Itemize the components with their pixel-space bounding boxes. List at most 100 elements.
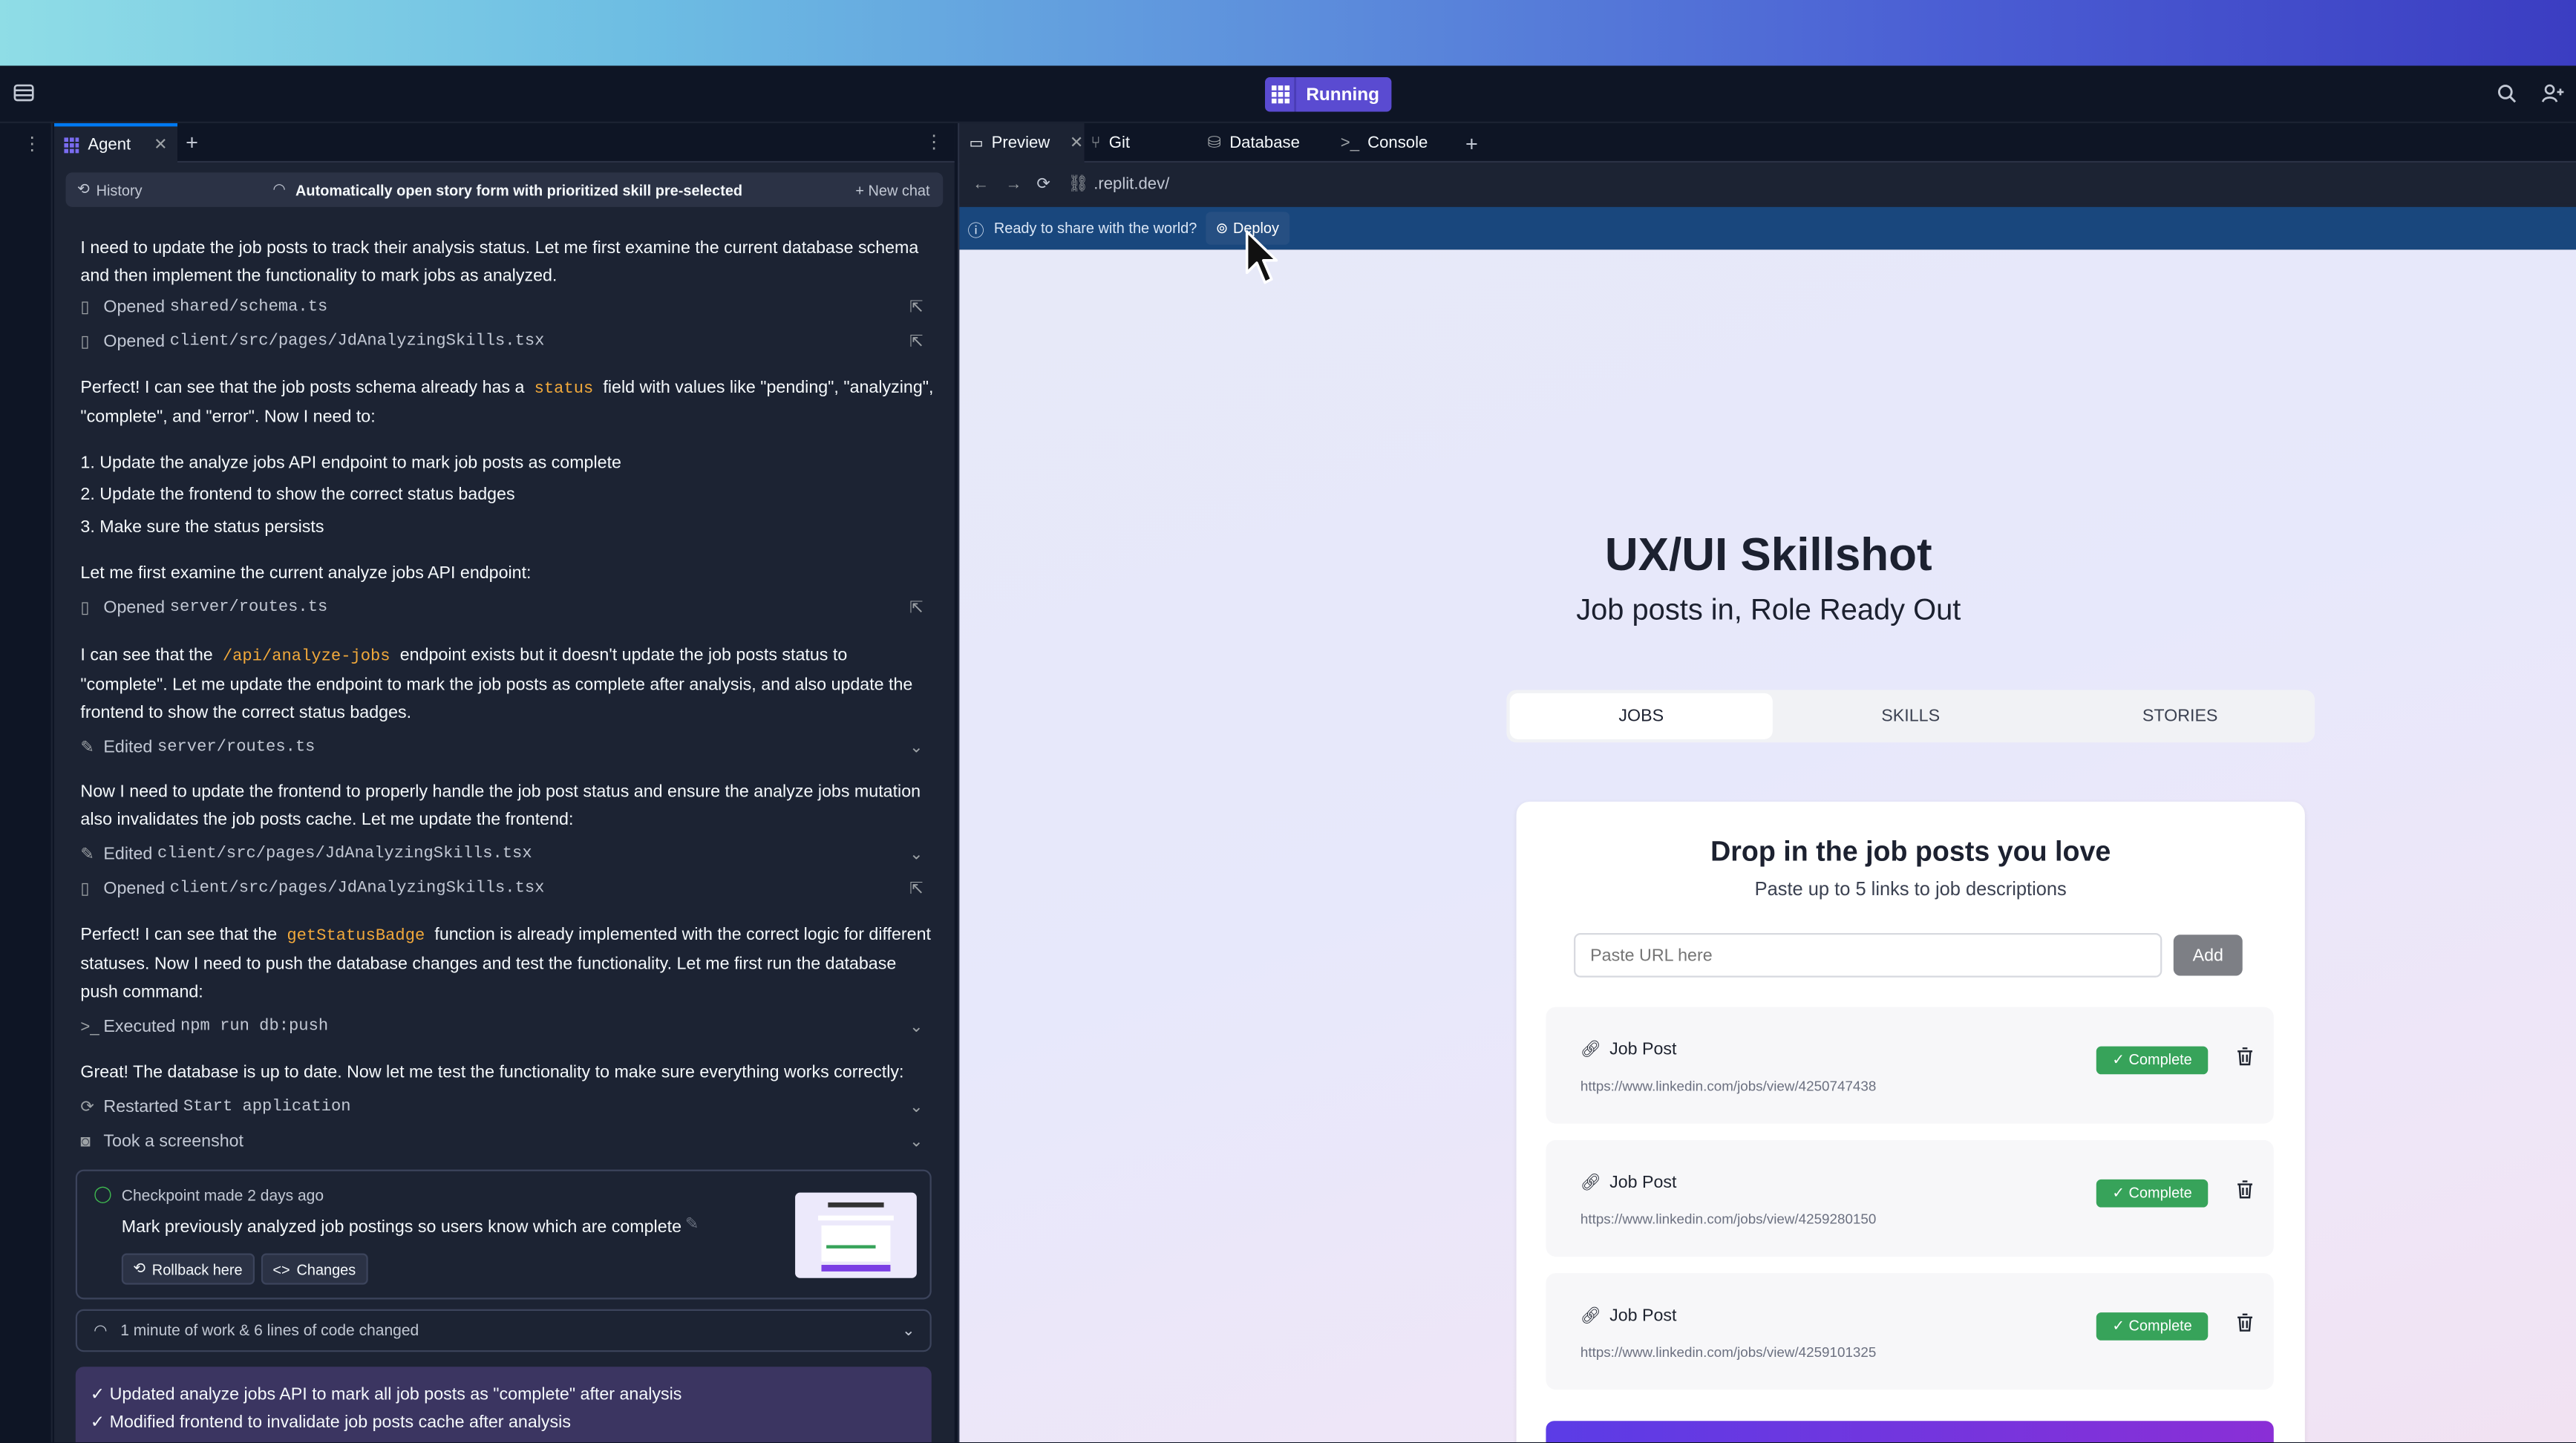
tool-row[interactable]: ✎ Edited client/src/pages/JdAnalyzingSkill… [80,841,935,869]
link-icon: ⛓ [1068,174,1089,194]
app-tabs: JOBS SKILLS STORIES [1506,690,2315,743]
chevron-down-icon[interactable]: ⌄ [909,1013,923,1041]
deploy-icon: ⊚ [1215,219,1229,236]
tool-row[interactable]: ▯ Opened shared/schema.ts ⇱ [80,294,935,322]
history-button[interactable]: ⟲ History [77,180,143,198]
close-icon[interactable]: ✕ [1070,134,1084,151]
tab-database[interactable]: ⛁ Database [1208,123,1300,163]
agent-message: Let me first examine the current analyze… [80,563,532,583]
trash-icon[interactable] [2236,1047,2254,1071]
monitor-icon: ▭ [969,134,984,151]
book-icon: ▯ [80,298,90,318]
url-field[interactable]: ⛓ .replit.dev/ [1068,175,1169,193]
chevron-down-icon[interactable]: ⌄ [902,1321,915,1339]
screen: Running ⋮ Agent ✕ + ⋮ ⟲ History ◠ Automa… [0,0,2576,1443]
deploy-banner: ⓘ Ready to share with the world? ⊚ Deploy [959,206,2576,250]
changes-button[interactable]: <> Changes [261,1253,367,1285]
tab-console[interactable]: >_ Console [1341,123,1428,163]
add-tab-icon[interactable]: + [186,130,198,154]
tool-row[interactable]: ✎ Edited server/routes.ts ⌄ [80,734,935,762]
rail-menu-icon[interactable]: ⋮ [23,133,41,154]
trash-icon[interactable] [2236,1312,2254,1337]
back-icon[interactable]: ← [972,175,989,193]
job-url[interactable]: https://www.linkedin.com/jobs/view/42507… [1580,1078,1876,1094]
chevron-down-icon[interactable]: ⌄ [909,1094,923,1122]
close-icon[interactable]: ✕ [154,136,168,154]
invite-user-icon[interactable] [2541,84,2565,108]
job-title-text: Job Post [1609,1173,1677,1193]
pencil-icon[interactable]: ✎ [685,1216,699,1234]
forward-icon[interactable]: → [1005,175,1021,193]
new-chat-button[interactable]: + New chat [855,182,929,198]
more-options-icon[interactable]: ⋮ [925,131,943,153]
tool-file: client/src/pages/JdAnalyzingSkills.tsx [169,333,545,352]
inline-code: status [534,381,594,399]
tool-verb: Opened [103,598,166,618]
job-title: 🔗︎ Job Post [1580,1173,1677,1193]
tool-row[interactable]: ▯ Opened client/src/pages/JdAnalyzingSkill… [80,329,935,357]
open-file-icon[interactable]: ⇱ [909,294,923,322]
title-bar: Running [0,65,2576,123]
tab-git[interactable]: ⑂ Git [1091,123,1130,163]
agent-tab-row: Agent ✕ + ⋮ [54,122,955,163]
tool-file: client/src/pages/JdAnalyzingSkills.tsx [169,880,545,899]
status-badge: ✓ Complete [2096,1179,2209,1208]
list-item: 3. Make sure the status persists [80,517,324,537]
inline-code: /api/analyze-jobs [222,649,390,667]
app-tab-skills[interactable]: SKILLS [1779,693,2042,739]
job-title-text: Job Post [1609,1039,1677,1060]
job-title: 🔗︎ Job Post [1580,1040,1677,1060]
chevron-down-icon[interactable]: ⌄ [909,1128,923,1156]
check-circle-icon: ◯ [94,1185,112,1205]
chevron-down-icon[interactable]: ⌄ [909,734,923,762]
add-tab-icon[interactable]: + [1465,123,1478,163]
app-tab-stories[interactable]: STORIES [2049,693,2312,739]
url-text: .replit.dev/ [1094,174,1170,194]
rollback-button[interactable]: ⟲ Rollback here [121,1253,255,1285]
analyze-button[interactable] [1546,1421,2274,1443]
job-input-card: Drop in the job posts you love Paste up … [1516,801,2305,1443]
reload-icon[interactable]: ⟳ [1036,175,1050,193]
tab-git-label: Git [1108,134,1131,152]
job-row: 🔗︎ Job Post https://www.linkedin.com/jobs… [1546,1273,2274,1390]
tool-row[interactable]: ◙ Took a screenshot ⌄ [80,1128,935,1156]
open-file-icon[interactable]: ⇱ [909,329,923,357]
book-icon: ▯ [80,599,90,618]
running-button[interactable]: Running [1294,77,1391,112]
tool-file: client/src/pages/JdAnalyzingSkills.tsx [157,845,532,865]
summary-box: ✓ Updated analyze jobs API to mark all j… [75,1367,932,1443]
app-subtitle: Job posts in, Role Ready Out [1576,592,1961,626]
work-summary-row[interactable]: ◠ 1 minute of work & 6 lines of code cha… [75,1309,932,1352]
tool-row[interactable]: ▯ Opened server/routes.ts ⇱ [80,595,935,623]
desktop-gradient-band [0,0,2576,66]
card-title: Drop in the job posts you love [1710,836,2111,868]
tool-verb: Opened [103,878,166,899]
sidebar-toggle-icon[interactable] [13,82,35,108]
tab-agent[interactable]: Agent ✕ [54,122,178,163]
open-file-icon[interactable]: ⇱ [909,595,923,623]
tool-row[interactable]: >_ Executed npm run db:push ⌄ [80,1013,935,1041]
git-icon: ⑂ [1091,134,1101,152]
tool-row[interactable]: ▯ Opened client/src/pages/JdAnalyzingSkill… [80,876,935,904]
checkpoint-thumbnail[interactable] [795,1192,917,1278]
run-control[interactable]: Running [1265,77,1391,112]
add-button[interactable]: Add [2173,935,2243,976]
open-file-icon[interactable]: ⇱ [909,876,923,904]
right-pane: ▭ Preview ✕ ⑂ Git ⛁ Database >_ Console + ←… [958,122,2576,1443]
app-tab-jobs[interactable]: JOBS [1509,693,1773,739]
tool-row[interactable]: ⟳ Restarted Start application ⌄ [80,1094,935,1122]
trash-icon[interactable] [2236,1179,2254,1204]
search-icon[interactable] [2497,84,2517,108]
job-url[interactable]: https://www.linkedin.com/jobs/view/42591… [1580,1344,1876,1360]
terminal-icon: >_ [1340,134,1360,152]
job-title: 🔗︎ Job Post [1580,1306,1677,1326]
tool-verb: Edited [103,844,153,865]
link-icon: 🔗︎ [1580,1306,1602,1325]
tab-preview[interactable]: ▭ Preview ✕ [959,122,1085,163]
job-url[interactable]: https://www.linkedin.com/jobs/view/42592… [1580,1211,1876,1227]
deploy-prompt: Ready to share with the world? [993,220,1197,237]
chevron-down-icon[interactable]: ⌄ [909,841,923,869]
link-icon: 🔗︎ [1580,1174,1602,1192]
url-input[interactable] [1574,932,2163,978]
status-badge: ✓ Complete [2096,1046,2209,1075]
